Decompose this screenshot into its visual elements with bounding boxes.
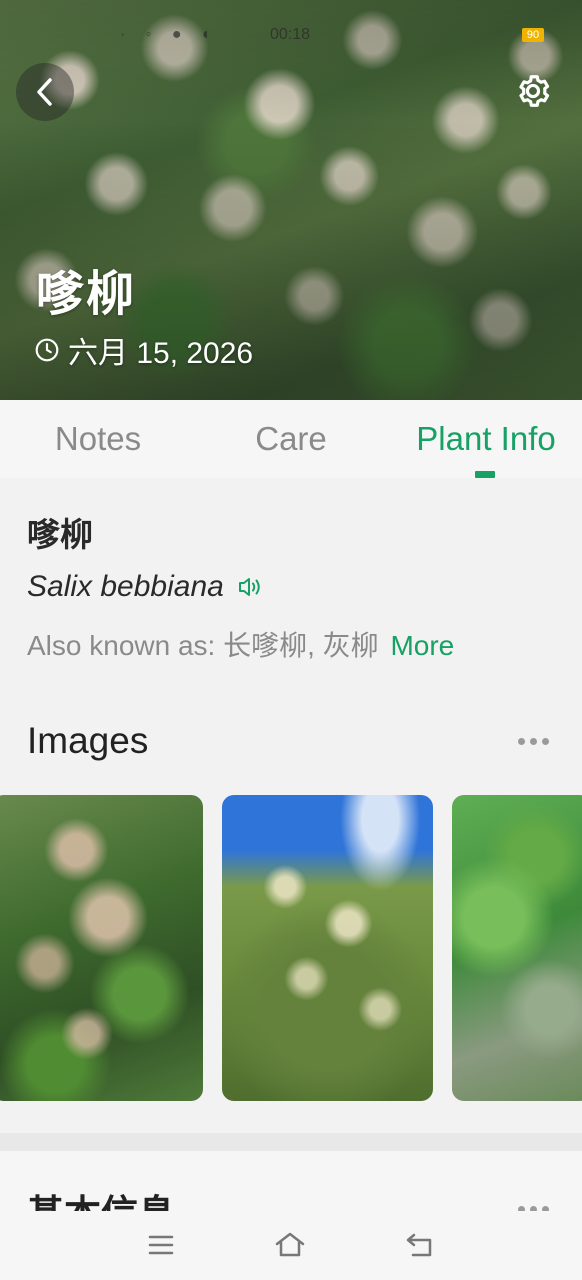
images-section-title: Images [27,720,149,761]
also-known-as: Also known as: 长嗲柳, 灰柳 More [27,624,454,664]
back-button[interactable] [16,63,74,121]
basic-info-title: 基本信息 [27,1183,175,1211]
tab-bar: Notes Care Plant Info [0,400,582,479]
basic-info-section: 基本信息 [0,1151,582,1211]
battery-indicator: 90 [522,28,544,42]
home-icon [275,1232,305,1257]
more-dot [530,738,537,745]
tab-notes[interactable]: Notes [0,420,196,458]
images-more-button[interactable] [518,738,549,745]
plant-image-thumbnail[interactable] [0,795,203,1101]
status-icons: · ◦ ● ◐ [120,26,220,43]
date-row: 六月 15, 2026 [34,328,253,372]
latin-name-row: Salix bebbiana [27,570,264,604]
status-time: 00:18 [270,26,311,43]
nav-home-button[interactable] [270,1225,310,1265]
nav-back-button[interactable] [400,1225,440,1265]
plant-image-thumbnail[interactable] [452,795,582,1101]
aka-text: Also known as: 长嗲柳, 灰柳 [27,630,379,661]
plant-info-card: 嗲柳 Salix bebbiana Also known as: 长嗲柳, 灰柳… [0,478,582,690]
gear-icon [519,75,550,107]
more-dots-icon [518,738,525,745]
date-text: 六月 15, 2026 [68,337,254,370]
page-title: 嗲柳 [36,268,137,321]
settings-button[interactable] [508,66,558,116]
status-bar: · ◦ ● ◐ 00:18 90 [0,24,582,48]
system-nav-bar [0,1211,582,1280]
speaker-icon[interactable] [238,576,264,598]
tab-plant-info[interactable]: Plant Info [400,420,572,458]
more-dot [542,738,549,745]
plant-name: 嗲柳 [27,516,93,553]
section-divider [0,1133,582,1151]
tab-care[interactable]: Care [194,420,388,458]
more-link[interactable]: More [390,630,454,661]
plant-image-thumbnail[interactable] [222,795,433,1101]
chevron-left-icon [37,78,52,106]
active-tab-indicator [475,471,495,478]
nav-menu-button[interactable] [141,1225,181,1265]
latin-name: Salix bebbiana [27,570,224,603]
menu-icon [148,1235,174,1255]
back-icon [406,1233,432,1257]
clock-icon [35,338,59,362]
